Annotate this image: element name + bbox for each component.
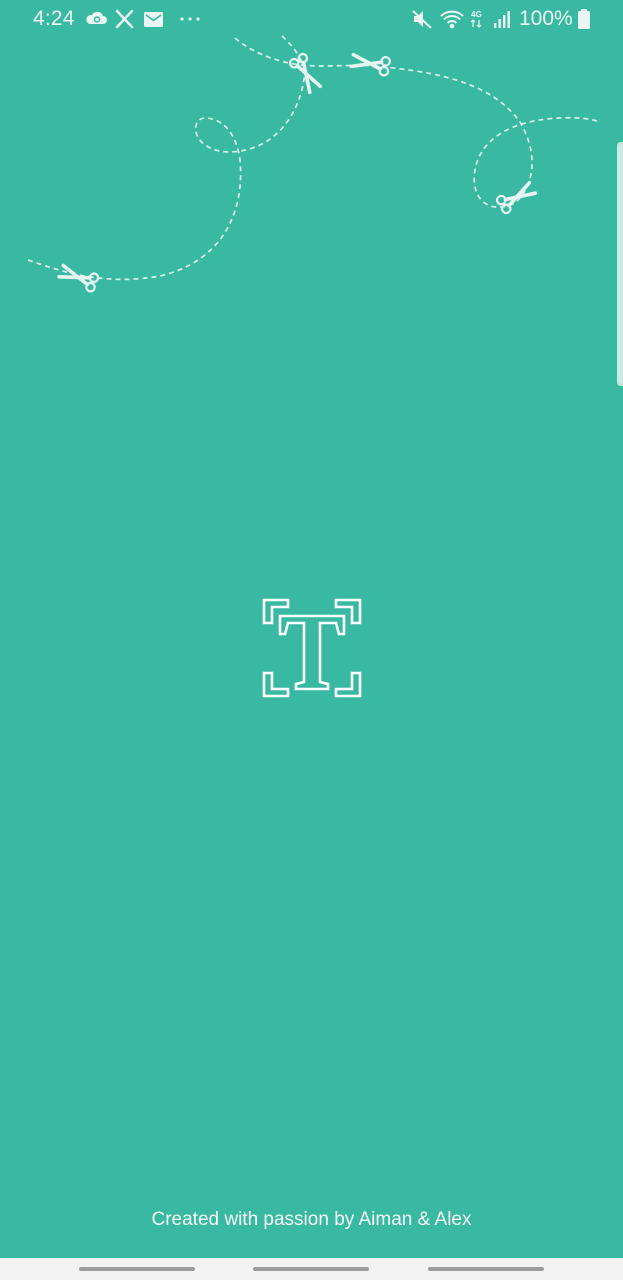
scissors-icon	[348, 49, 393, 78]
text-recognition-logo-icon	[262, 598, 362, 698]
scissors-icon	[286, 50, 325, 96]
credit-text: Created with passion by Aiman & Alex	[151, 1209, 472, 1230]
system-nav-bar	[0, 1258, 623, 1280]
edge-panel-handle[interactable]	[617, 142, 623, 386]
scissors-icon	[493, 178, 539, 217]
decorative-cut-lines	[27, 35, 598, 295]
dashed-cut-line	[27, 35, 598, 281]
nav-home-button[interactable]	[253, 1267, 369, 1271]
nav-recents-button[interactable]	[79, 1267, 195, 1271]
nav-back-button[interactable]	[428, 1267, 544, 1271]
